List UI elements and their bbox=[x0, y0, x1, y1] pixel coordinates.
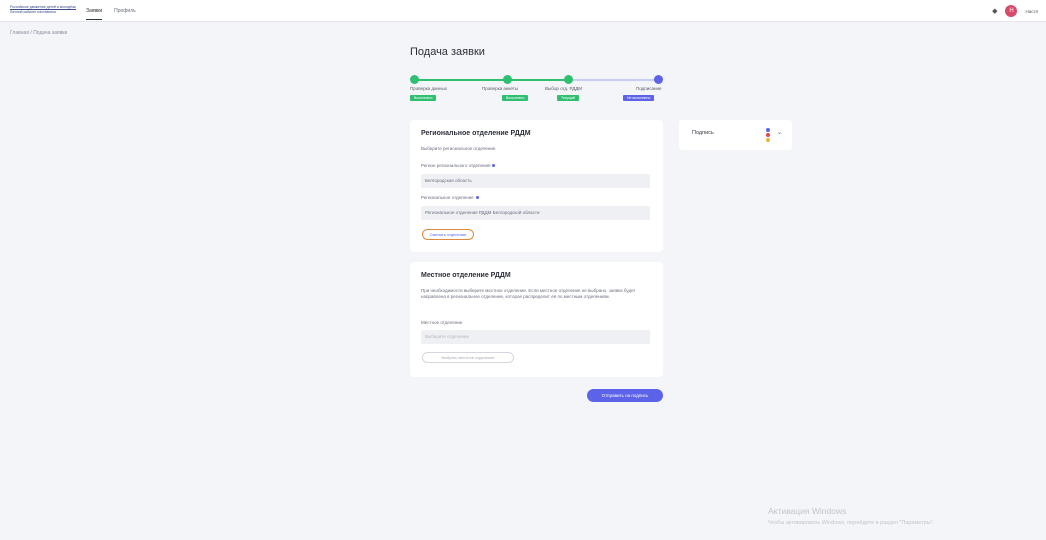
main-nav: Заявки Профиль bbox=[86, 0, 136, 22]
submit-for-signing-button[interactable]: Отправить на подпись bbox=[587, 389, 663, 402]
info-icon[interactable] bbox=[475, 196, 479, 200]
regional-branch-card: Региональное отделение РДДМ Выберите рег… bbox=[410, 120, 663, 252]
local-branch-input[interactable]: Выберите отделение bbox=[421, 330, 650, 344]
avatar[interactable]: Н bbox=[1005, 5, 1018, 17]
signature-card[interactable]: Подпись ⌄ bbox=[679, 120, 792, 150]
step-label: Подписание bbox=[636, 86, 662, 91]
branch-label-text: Региональное отделение bbox=[421, 195, 474, 200]
local-branch-text: При необходимости выберите местное отдел… bbox=[421, 288, 636, 299]
branch-field[interactable]: Региональное отделение РДДМ Белгородской… bbox=[421, 206, 650, 220]
status-badge: Выполнено bbox=[502, 95, 529, 101]
step-dot-done bbox=[503, 75, 512, 84]
user-name[interactable]: Настя bbox=[1025, 9, 1038, 14]
local-branch-title: Местное отделение РДДМ bbox=[421, 272, 511, 279]
chevron-down-icon[interactable]: ⌄ bbox=[777, 129, 782, 136]
notifications-bell-icon[interactable]: ◆ bbox=[992, 7, 997, 15]
logo-line-1: Российское движение детей и молодёжи bbox=[10, 5, 76, 9]
windows-activation-watermark: Активация Windows Чтобы активировать Win… bbox=[768, 506, 934, 526]
nav-item-profile[interactable]: Профиль bbox=[114, 0, 136, 22]
region-field-label: Регион регионального отделения bbox=[421, 163, 496, 168]
region-field[interactable]: Белгородская область bbox=[421, 174, 650, 188]
change-branch-button[interactable]: Сменить отделение bbox=[422, 229, 474, 240]
status-badge: Не выполнено bbox=[623, 95, 655, 101]
info-icon[interactable] bbox=[492, 164, 496, 168]
logo-line-2: Личный кабинет наставника bbox=[10, 9, 76, 14]
step-connector-3 bbox=[572, 79, 660, 81]
user-area: ◆ Н Настя bbox=[992, 4, 1038, 18]
step-label: Проверка данных bbox=[410, 86, 447, 91]
status-badge: Текущий bbox=[557, 95, 579, 101]
step-connector-1 bbox=[418, 79, 506, 81]
step-dot-done bbox=[410, 75, 419, 84]
step-label: Выбор отд. РДДМ bbox=[545, 86, 583, 91]
choose-local-branch-button[interactable]: Выбрать местное отделение bbox=[422, 352, 514, 363]
status-badge: Выполнено bbox=[410, 95, 437, 101]
step-label: Проверка анкеты bbox=[482, 86, 519, 91]
windows-activation-title: Активация Windows bbox=[768, 506, 847, 516]
windows-activation-text: Чтобы активировать Windows, перейдите в … bbox=[768, 520, 935, 526]
brand-logo[interactable]: Российское движение детей и молодёжи Лич… bbox=[10, 5, 76, 17]
region-label-text: Регион регионального отделения bbox=[421, 163, 491, 168]
nav-item-applications[interactable]: Заявки bbox=[86, 0, 103, 22]
branch-field-label: Региональное отделение bbox=[421, 195, 479, 200]
breadcrumb[interactable]: Главная / Подача заявки bbox=[10, 30, 67, 36]
local-field-label: Местное отделение bbox=[421, 320, 463, 325]
local-branch-card: Местное отделение РДДМ При необходимости… bbox=[410, 262, 663, 377]
step-dot-current bbox=[564, 75, 573, 84]
top-bar: Российское движение детей и молодёжи Лич… bbox=[0, 0, 1046, 22]
progress-stepper: Проверка данных Выполнено Проверка анкет… bbox=[410, 73, 663, 105]
step-connector-2 bbox=[508, 79, 570, 81]
signature-status-icon bbox=[766, 128, 770, 142]
page-title: Подача заявки bbox=[410, 46, 485, 58]
signature-label: Подпись bbox=[692, 130, 714, 136]
step-dot-pending bbox=[654, 75, 663, 84]
regional-branch-title: Региональное отделение РДДМ bbox=[421, 130, 531, 137]
regional-branch-hint: Выберите региональное отделение bbox=[421, 146, 496, 151]
